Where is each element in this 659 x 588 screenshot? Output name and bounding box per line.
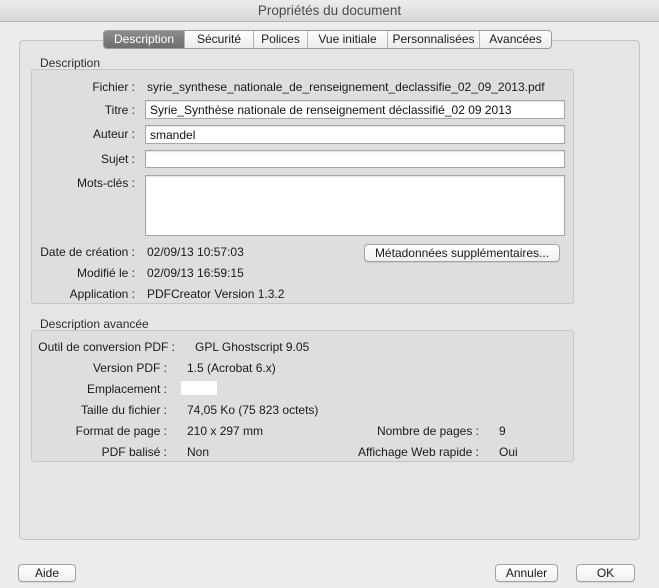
keywords-field[interactable]	[145, 175, 565, 236]
ok-button[interactable]: OK	[576, 564, 635, 582]
location-value	[180, 380, 218, 396]
advanced-section-title: Description avancée	[40, 317, 149, 331]
version-value: 1.5 (Acrobat 6.x)	[187, 361, 276, 375]
pagesize-value: 210 x 297 mm	[187, 424, 264, 438]
help-button[interactable]: Aide	[18, 564, 76, 582]
author-label: Auteur :	[92, 127, 135, 141]
title-field[interactable]	[145, 100, 565, 119]
window-title: Propriétés du document	[0, 0, 659, 22]
tagged-label: PDF balisé :	[101, 445, 167, 459]
pagecount-label: Nombre de pages :	[376, 424, 479, 438]
modified-value: 02/09/13 16:59:15	[147, 266, 244, 280]
pagecount-value: 9	[499, 424, 506, 438]
file-value: syrie_synthese_nationale_de_renseignemen…	[147, 80, 545, 94]
keywords-label: Mots-clés :	[76, 176, 135, 190]
tab-securite[interactable]: Sécurité	[185, 31, 254, 48]
producer-label: Outil de conversion PDF :	[38, 340, 175, 354]
filesize-value: 74,05 Ko (75 823 octets)	[187, 403, 319, 417]
tab-personnalisees[interactable]: Personnalisées	[388, 31, 480, 48]
filesize-label: Taille du fichier :	[80, 403, 167, 417]
subject-label: Sujet :	[100, 152, 135, 166]
author-field[interactable]	[145, 125, 565, 144]
modified-label: Modifié le :	[76, 266, 135, 280]
pagesize-label: Format de page :	[75, 424, 167, 438]
tab-polices[interactable]: Polices	[254, 31, 308, 48]
version-label: Version PDF :	[92, 361, 167, 375]
subject-field[interactable]	[145, 150, 565, 168]
created-label: Date de création :	[40, 245, 135, 259]
producer-value: GPL Ghostscript 9.05	[195, 340, 310, 354]
fastweb-value: Oui	[499, 445, 518, 459]
file-label: Fichier :	[92, 80, 135, 94]
title-label: Titre :	[104, 103, 135, 117]
created-value: 02/09/13 10:57:03	[147, 245, 244, 259]
location-label: Emplacement :	[86, 382, 167, 396]
tab-bar: Description Sécurité Polices Vue initial…	[103, 30, 552, 49]
metadata-button[interactable]: Métadonnées supplémentaires...	[364, 244, 560, 262]
cancel-button[interactable]: Annuler	[495, 564, 558, 582]
tagged-value: Non	[187, 445, 210, 459]
application-value: PDFCreator Version 1.3.2	[147, 287, 285, 301]
tab-avancees[interactable]: Avancées	[480, 31, 551, 48]
tab-vue-initiale[interactable]: Vue initiale	[308, 31, 388, 48]
fastweb-label: Affichage Web rapide :	[358, 445, 479, 459]
tab-description[interactable]: Description	[104, 31, 185, 48]
application-label: Application :	[69, 287, 135, 301]
description-section-title: Description	[40, 56, 101, 70]
